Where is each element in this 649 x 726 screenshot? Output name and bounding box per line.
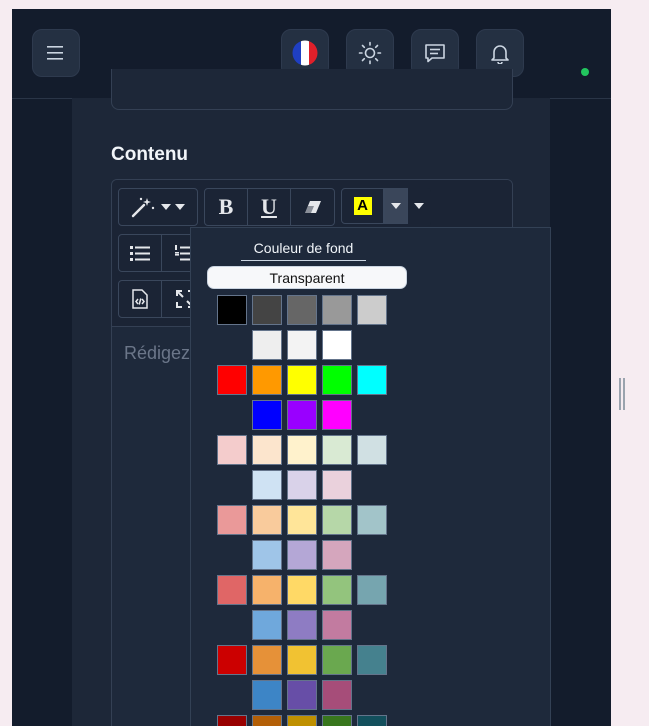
highlight-A-icon: A	[353, 197, 372, 215]
font-group: B U	[204, 188, 335, 226]
color-swatch[interactable]	[322, 575, 352, 605]
color-swatch[interactable]	[217, 575, 247, 605]
color-swatch[interactable]	[322, 330, 352, 360]
color-swatch[interactable]	[217, 365, 247, 395]
color-swatch[interactable]	[252, 715, 282, 726]
color-swatch[interactable]	[322, 295, 352, 325]
color-swatch[interactable]	[287, 400, 317, 430]
color-swatch[interactable]	[322, 680, 352, 710]
underline-icon: U	[261, 194, 277, 219]
resize-handle[interactable]	[619, 378, 627, 410]
editor-placeholder: Rédigez	[124, 343, 191, 363]
background-color-dropdown: Couleur de fond Transparent	[190, 227, 551, 726]
underline-button[interactable]: U	[248, 189, 291, 225]
sun-icon	[358, 41, 382, 65]
color-group: A	[341, 188, 431, 226]
color-swatch[interactable]	[287, 470, 317, 500]
color-swatch[interactable]	[322, 540, 352, 570]
hamburger-icon	[47, 46, 63, 60]
color-swatch[interactable]	[287, 575, 317, 605]
color-swatch[interactable]	[217, 505, 247, 535]
color-swatch[interactable]	[287, 680, 317, 710]
color-swatch[interactable]	[252, 295, 282, 325]
color-swatch[interactable]	[217, 435, 247, 465]
color-swatch[interactable]	[357, 505, 387, 535]
color-swatch[interactable]	[287, 505, 317, 535]
previous-field[interactable]	[111, 69, 513, 110]
style-dropdown-button[interactable]	[119, 189, 197, 225]
color-swatch[interactable]	[322, 365, 352, 395]
color-swatch[interactable]	[322, 715, 352, 726]
color-swatch[interactable]	[357, 295, 387, 325]
color-swatch[interactable]	[217, 645, 247, 675]
eraser-icon	[304, 201, 321, 213]
bell-icon	[491, 45, 509, 64]
color-swatch[interactable]	[217, 715, 247, 726]
color-swatch[interactable]	[252, 680, 282, 710]
bold-button[interactable]: B	[205, 189, 248, 225]
color-swatch[interactable]	[322, 645, 352, 675]
clear-format-button[interactable]	[291, 189, 334, 225]
color-swatch[interactable]	[287, 610, 317, 640]
color-swatch[interactable]	[252, 610, 282, 640]
section-title: Contenu	[111, 144, 189, 165]
color-swatch[interactable]	[357, 365, 387, 395]
color-swatch[interactable]	[287, 540, 317, 570]
color-swatch[interactable]	[357, 715, 387, 726]
color-swatch[interactable]	[287, 435, 317, 465]
color-swatch[interactable]	[357, 575, 387, 605]
color-swatch[interactable]	[287, 715, 317, 726]
transparent-button[interactable]: Transparent	[207, 266, 407, 289]
color-swatch[interactable]	[287, 330, 317, 360]
highlight-color-dropdown[interactable]	[384, 188, 408, 224]
chat-icon	[425, 44, 445, 63]
caret-down-icon	[414, 203, 424, 209]
color-swatch[interactable]	[252, 575, 282, 605]
color-swatch[interactable]	[252, 400, 282, 430]
color-swatch[interactable]	[357, 645, 387, 675]
color-swatch[interactable]	[252, 435, 282, 465]
bullet-list-icon	[130, 246, 150, 261]
dropdown-title: Couleur de fond	[241, 240, 366, 261]
color-swatch[interactable]	[322, 400, 352, 430]
menu-button[interactable]	[32, 29, 80, 77]
color-swatch[interactable]	[322, 435, 352, 465]
color-swatch[interactable]	[252, 505, 282, 535]
color-swatch[interactable]	[322, 505, 352, 535]
color-swatch[interactable]	[217, 295, 247, 325]
bullet-list-button[interactable]	[119, 235, 162, 271]
color-swatch[interactable]	[252, 330, 282, 360]
code-view-icon	[132, 289, 148, 309]
app-frame: Contenu B U A Rédigez Couleur de fond Tr…	[12, 9, 611, 726]
color-swatch[interactable]	[287, 645, 317, 675]
online-status-dot	[581, 68, 589, 76]
color-swatch[interactable]	[322, 470, 352, 500]
color-swatch[interactable]	[287, 365, 317, 395]
caret-down-icon	[161, 204, 171, 210]
color-swatch[interactable]	[252, 470, 282, 500]
color-swatch[interactable]	[322, 610, 352, 640]
highlight-color-button[interactable]: A	[341, 188, 384, 224]
france-flag-icon	[292, 40, 318, 66]
caret-down-icon	[391, 203, 401, 209]
color-swatch[interactable]	[252, 365, 282, 395]
bold-icon: B	[218, 194, 234, 219]
style-group	[118, 188, 198, 226]
code-view-button[interactable]	[119, 281, 162, 317]
color-swatch[interactable]	[287, 295, 317, 325]
color-swatch[interactable]	[357, 435, 387, 465]
caret-down-icon	[175, 204, 185, 210]
color-swatch[interactable]	[252, 645, 282, 675]
color-more-dropdown[interactable]	[408, 188, 430, 224]
magic-wand-icon	[131, 197, 155, 218]
color-swatch[interactable]	[252, 540, 282, 570]
